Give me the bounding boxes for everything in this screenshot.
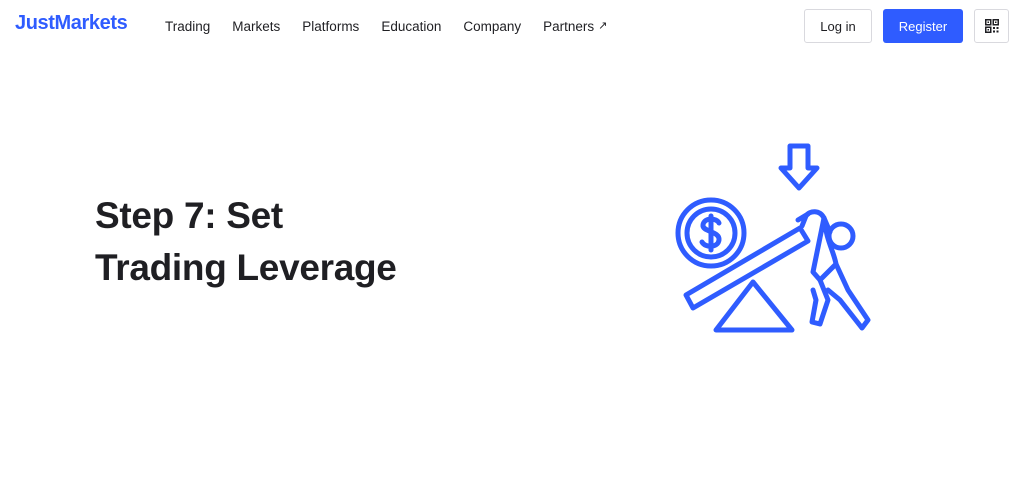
page-title-line-2: Trading Leverage	[95, 247, 397, 288]
nav-item-label: Markets	[232, 18, 281, 34]
nav-item-label: Partners	[543, 18, 595, 34]
page: JustMarkets Trading Markets Platforms Ed…	[0, 0, 1024, 480]
nav-item-markets[interactable]: Markets	[232, 19, 280, 34]
page-title-line-1: Step 7: Set	[95, 195, 283, 236]
leverage-illustration	[668, 140, 884, 340]
nav-item-label: Education	[381, 18, 442, 34]
page-title: Step 7: Set Trading Leverage	[95, 190, 495, 294]
nav-item-platforms[interactable]: Platforms	[302, 19, 359, 34]
nav-item-label: Company	[463, 18, 522, 34]
nav-item-education[interactable]: Education	[381, 19, 441, 34]
nav-item-company[interactable]: Company	[463, 19, 521, 34]
external-arrow-icon: ↗	[598, 19, 608, 32]
main-nav: Trading Markets Platforms Education Comp…	[165, 0, 629, 52]
qr-code-icon	[984, 19, 999, 33]
register-button[interactable]: Register	[883, 9, 963, 43]
logo[interactable]: JustMarkets	[15, 12, 128, 35]
nav-item-trading[interactable]: Trading	[165, 19, 210, 34]
nav-item-label: Trading	[165, 18, 211, 34]
leverage-seesaw-icon	[675, 143, 871, 333]
qr-code-button[interactable]	[974, 9, 1009, 43]
nav-item-label: Platforms	[302, 18, 360, 34]
site-header: JustMarkets Trading Markets Platforms Ed…	[0, 0, 1024, 52]
login-button[interactable]: Log in	[804, 9, 872, 43]
nav-item-partners[interactable]: Partners ↗	[543, 19, 607, 34]
